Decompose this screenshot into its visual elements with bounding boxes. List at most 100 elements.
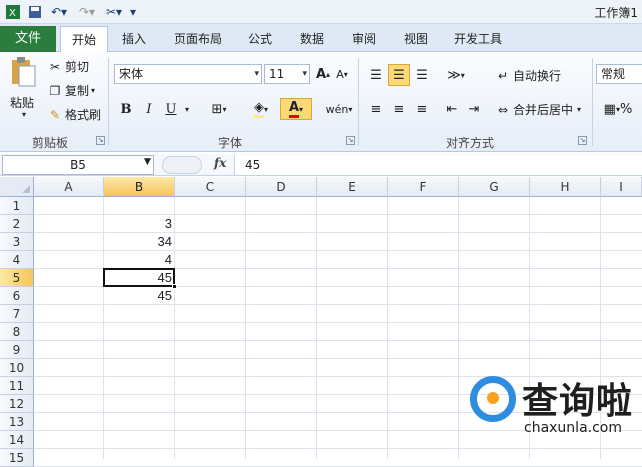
row-header-12[interactable]: 12 xyxy=(0,395,34,413)
fill-handle[interactable] xyxy=(172,284,177,289)
clipboard-launcher-icon[interactable]: ↘ xyxy=(96,136,105,145)
font-size-combo[interactable]: 11 ▾ xyxy=(264,64,310,84)
row-header-3[interactable]: 3 xyxy=(0,233,34,251)
accounting-format-icon[interactable]: ▦ ▾ % xyxy=(598,98,638,120)
grow-font-button[interactable]: A ▴ xyxy=(314,63,332,85)
fill-color-icon[interactable]: ◈ ▾ xyxy=(246,98,276,120)
increase-indent-icon[interactable]: ⇥ xyxy=(464,98,484,120)
group-divider xyxy=(108,58,109,146)
phonetic-icon[interactable]: wén ▾ xyxy=(322,98,356,120)
decrease-indent-icon[interactable]: ⇤ xyxy=(442,98,462,120)
align-left-icon[interactable]: ≡ xyxy=(366,98,386,120)
underline-dropdown-icon[interactable]: ▾ xyxy=(182,98,192,120)
format-painter-label: 格式刷 xyxy=(65,108,102,122)
alignment-launcher-icon[interactable]: ↘ xyxy=(578,136,587,145)
select-all-corner[interactable] xyxy=(0,177,34,197)
window-title: 工作簿1 xyxy=(594,6,638,20)
cell-b3[interactable]: 34 xyxy=(104,233,175,251)
search-logo-icon xyxy=(470,376,516,422)
align-center-icon[interactable]: ≡ xyxy=(388,98,410,120)
font-launcher-icon[interactable]: ↘ xyxy=(346,136,355,145)
column-header-g[interactable]: G xyxy=(459,177,530,197)
title-bar: X ↶▾ ↷▾ ✂▾ ▾ 工作簿1 xyxy=(0,0,642,24)
active-cell-border[interactable] xyxy=(103,268,175,287)
redo-icon[interactable]: ↷▾ xyxy=(76,3,98,21)
gridline xyxy=(316,197,317,459)
undo-icon[interactable]: ↶▾ xyxy=(48,3,70,21)
formula-input[interactable]: 45 xyxy=(234,155,642,175)
tab-view[interactable]: 视图 xyxy=(396,26,436,52)
row-header-4[interactable]: 4 xyxy=(0,251,34,269)
number-format-combo[interactable]: 常规 xyxy=(596,64,642,84)
tab-data[interactable]: 数据 xyxy=(292,26,332,52)
shrink-font-button[interactable]: A ▾ xyxy=(334,63,350,85)
paste-button[interactable]: 粘贴 xyxy=(10,94,34,111)
row-header-7[interactable]: 7 xyxy=(0,305,34,323)
wrap-icon: ↵ xyxy=(497,68,509,83)
cell-b4[interactable]: 4 xyxy=(104,251,175,269)
tab-page-layout[interactable]: 页面布局 xyxy=(164,26,232,52)
column-header-c[interactable]: C xyxy=(175,177,246,197)
group-divider xyxy=(592,58,593,146)
column-header-h[interactable]: H xyxy=(530,177,601,197)
paste-dropdown-icon[interactable]: ▾ xyxy=(22,110,26,119)
chevron-down-icon[interactable]: ▼ xyxy=(144,157,151,167)
column-header-i[interactable]: I xyxy=(601,177,642,197)
row-header-1[interactable]: 1 xyxy=(0,197,34,215)
row-header-9[interactable]: 9 xyxy=(0,341,34,359)
tab-review[interactable]: 审阅 xyxy=(344,26,384,52)
wrap-text-button[interactable]: ↵ 自动换行 xyxy=(496,67,561,84)
column-header-a[interactable]: A xyxy=(34,177,104,197)
alignment-group-label: 对齐方式 xyxy=(445,136,494,150)
align-top-icon[interactable]: ☰ xyxy=(366,64,386,86)
format-painter-button[interactable]: ✎ 格式刷 xyxy=(48,106,101,123)
copy-dropdown-icon: ▾ xyxy=(91,86,96,95)
excel-logo-icon: X xyxy=(4,3,22,21)
cut-button[interactable]: ✂ 剪切 xyxy=(48,58,89,75)
align-bottom-icon[interactable]: ☰ xyxy=(412,64,432,86)
italic-button[interactable]: I xyxy=(140,98,158,120)
underline-button[interactable]: U xyxy=(162,98,180,120)
bold-button[interactable]: B xyxy=(116,98,136,120)
font-color-icon[interactable]: A ▾ xyxy=(280,98,312,120)
insert-function-icon[interactable]: fx xyxy=(214,156,226,170)
row-header-8[interactable]: 8 xyxy=(0,323,34,341)
copy-button[interactable]: ❐ 复制 ▾ xyxy=(48,82,95,99)
gridline xyxy=(34,322,642,323)
svg-text:X: X xyxy=(9,8,16,19)
borders-icon[interactable]: ⊞ ▾ xyxy=(204,98,234,120)
tab-insert[interactable]: 插入 xyxy=(112,26,156,52)
tab-developer[interactable]: 开发工具 xyxy=(446,26,510,52)
cell-b2[interactable]: 3 xyxy=(104,215,175,233)
font-name-value: 宋体 xyxy=(119,67,144,81)
cell-b6[interactable]: 45 xyxy=(104,287,175,305)
align-middle-icon[interactable]: ☰ xyxy=(388,64,410,86)
row-header-5[interactable]: 5 xyxy=(0,269,34,287)
align-right-icon[interactable]: ≡ xyxy=(412,98,432,120)
column-header-f[interactable]: F xyxy=(388,177,459,197)
column-header-d[interactable]: D xyxy=(246,177,317,197)
row-header-11[interactable]: 11 xyxy=(0,377,34,395)
orientation-icon[interactable]: ≫ ▾ xyxy=(442,64,470,86)
customize-toolbar-icon[interactable]: ▾ xyxy=(128,3,138,21)
tab-formulas[interactable]: 公式 xyxy=(240,26,280,52)
row-header-14[interactable]: 14 xyxy=(0,431,34,449)
tools-icon[interactable]: ✂▾ xyxy=(104,3,124,21)
save-icon[interactable] xyxy=(26,3,44,21)
paste-icon[interactable] xyxy=(8,56,38,96)
tab-home[interactable]: 开始 xyxy=(60,26,108,53)
tab-file[interactable]: 文件 xyxy=(0,26,56,52)
column-header-e[interactable]: E xyxy=(317,177,388,197)
chevron-down-icon: ▾ xyxy=(577,105,582,114)
row-header-2[interactable]: 2 xyxy=(0,215,34,233)
row-header-15[interactable]: 15 xyxy=(0,449,34,467)
column-header-b[interactable]: B xyxy=(104,177,175,197)
formula-bar-splitter[interactable] xyxy=(162,156,202,174)
row-header-6[interactable]: 6 xyxy=(0,287,34,305)
merge-center-button[interactable]: ⇔ 合并后居中 ▾ xyxy=(496,101,581,118)
row-header-13[interactable]: 13 xyxy=(0,413,34,431)
row-header-10[interactable]: 10 xyxy=(0,359,34,377)
name-box[interactable]: B5 xyxy=(2,155,154,175)
brush-icon: ✎ xyxy=(49,107,61,122)
font-name-combo[interactable]: 宋体 ▾ xyxy=(114,64,262,84)
